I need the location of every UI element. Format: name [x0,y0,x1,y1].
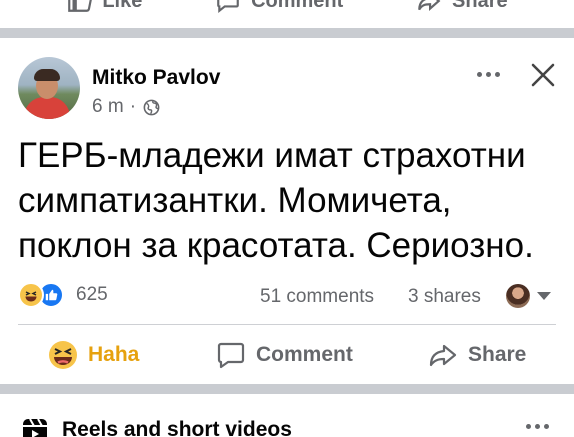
meta-dot: · [129,96,137,117]
reels-title: Reels and short videos [62,418,292,437]
shares-count[interactable]: 3 shares [408,286,481,308]
author-name[interactable]: Mitko Pavlov [92,66,220,90]
globe-icon [143,99,160,115]
comment-button[interactable]: Comment [216,335,353,375]
previous-post-action-bar: Like Comment Share [0,0,574,28]
post-card: Mitko Pavlov 6 m · ГЕРБ-младежи имат стр… [0,38,574,384]
comments-count[interactable]: 51 comments [260,286,374,308]
share-icon [418,0,441,11]
feed-separator [0,28,574,38]
reaction-count: 625 [76,284,108,305]
like-icon [68,0,93,12]
post-action-bar: Haha Comment Share [0,335,574,375]
comment-icon [217,342,245,369]
haha-label: Haha [88,343,140,366]
share-icon [429,344,457,367]
more-options-button[interactable] [470,62,506,86]
close-icon[interactable] [526,58,560,92]
haha-button[interactable]: Haha [48,335,139,375]
actions-divider [18,324,556,325]
haha-icon [49,341,77,369]
viewer-avatar[interactable] [506,284,530,308]
share-label: Share [468,343,527,366]
previous-share-button[interactable]: Share [416,0,508,14]
comment-icon [217,0,239,14]
post-text: ГЕРБ-младежи имат страхотни симпатизантк… [18,136,534,265]
post-time[interactable]: 6 m [92,96,124,118]
post-meta: 6 m · [92,96,161,118]
reels-icon [23,418,47,437]
post-stats: 625 51 comments 3 shares [0,278,574,312]
haha-reaction-icon [18,282,44,308]
previous-comment-button[interactable]: Comment [215,0,343,14]
comment-label: Comment [256,343,353,366]
previous-like-label: Like [102,0,143,12]
previous-comment-label: Comment [251,0,344,12]
feed-separator [0,384,574,394]
more-icon [476,71,482,77]
more-icon [526,424,531,429]
previous-share-label: Share [452,0,508,12]
chevron-down-icon[interactable] [537,292,551,300]
reels-section-header: Reels and short videos [0,394,574,437]
reels-more-button[interactable] [526,424,549,429]
reactions-summary[interactable]: 625 [18,282,108,308]
author-avatar[interactable] [18,57,80,119]
share-button[interactable]: Share [428,335,526,375]
previous-like-button[interactable]: Like [66,0,142,14]
